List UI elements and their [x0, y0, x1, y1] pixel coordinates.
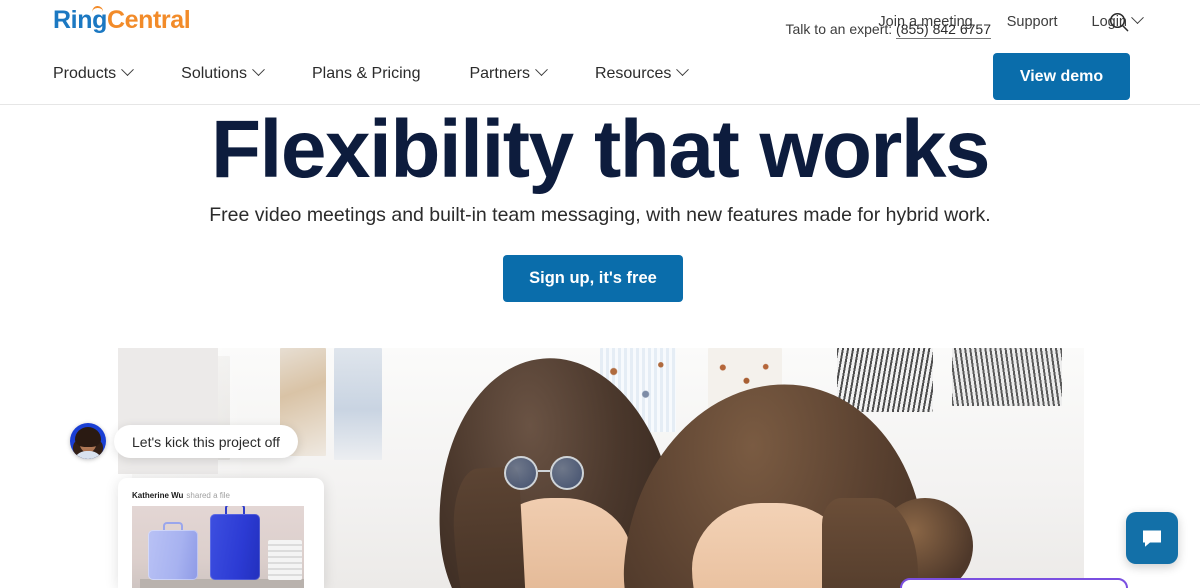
- chevron-down-icon: [676, 62, 690, 76]
- shared-file-action: shared a file: [186, 491, 231, 500]
- chevron-down-icon: [252, 62, 265, 76]
- thumbnail-shelf: [140, 579, 304, 588]
- page-root: RingCentral Join a meeting Support Login: [0, 0, 1200, 588]
- purple-outlined-panel[interactable]: [900, 578, 1128, 588]
- nav-item-solutions[interactable]: Solutions: [181, 62, 265, 83]
- wall-swatch: [952, 348, 1062, 406]
- talk-to-an-expert-label: Talk to an expert:: [785, 21, 893, 37]
- chevron-down-icon: [535, 62, 548, 76]
- eyeglasses-bridge: [538, 470, 550, 472]
- suitcase-light: [148, 522, 198, 580]
- nav-item-partners[interactable]: Partners: [469, 62, 548, 83]
- nav-item-label: Products: [53, 65, 117, 82]
- nav-item-resources[interactable]: Resources: [594, 62, 690, 83]
- eyeglasses-lens: [504, 456, 538, 490]
- nav-item-label: Solutions: [181, 65, 247, 82]
- page-title: Flexibility that works: [210, 104, 991, 195]
- chat-bubble-icon: [1143, 530, 1161, 547]
- chevron-down-icon: [1131, 10, 1144, 24]
- expert-phone-link[interactable]: (855) 842 6757: [896, 21, 991, 39]
- chat-widget-button[interactable]: [1126, 512, 1178, 564]
- utility-link-support[interactable]: Support: [1007, 14, 1058, 30]
- view-demo-button[interactable]: View demo: [993, 53, 1130, 100]
- suitcase-handle: [163, 522, 183, 530]
- nav-item-label: Plans & Pricing: [311, 65, 421, 82]
- wall-swatch: [334, 348, 382, 460]
- shared-file-thumbnail: [132, 506, 304, 588]
- hero-subtitle: Free video meetings and built-in team me…: [209, 204, 991, 226]
- search-icon[interactable]: [1108, 11, 1130, 33]
- signup-button[interactable]: Sign up, it's free: [503, 255, 683, 302]
- talk-to-an-expert: Talk to an expert: (855) 842 6757: [785, 21, 991, 39]
- eyeglasses: [504, 456, 606, 490]
- suitcase-handle: [225, 506, 245, 514]
- main-nav-items: Products Solutions Plans & Pricing Partn…: [53, 44, 736, 104]
- shared-file-card-header: Katherine Wu shared a file: [132, 491, 230, 500]
- site-header: RingCentral Join a meeting Support Login: [0, 0, 1200, 105]
- avatar: [70, 423, 106, 459]
- shared-file-card[interactable]: Katherine Wu shared a file: [118, 478, 324, 588]
- chat-message-bubble: Let's kick this project off: [114, 425, 298, 458]
- wall-swatch: [837, 348, 933, 412]
- nav-item-label: Partners: [469, 65, 530, 82]
- avatar-hair: [75, 427, 101, 447]
- stacked-items: [268, 540, 302, 580]
- eyeglasses-lens: [550, 456, 584, 490]
- chevron-down-icon: [121, 62, 135, 76]
- shared-file-author: Katherine Wu: [132, 491, 184, 500]
- utility-nav: Join a meeting Support Login: [0, 0, 1200, 44]
- nav-item-plans-pricing[interactable]: Plans & Pricing: [312, 65, 421, 83]
- utility-link-label: Support: [1006, 14, 1058, 30]
- nav-item-products[interactable]: Products: [53, 62, 135, 83]
- nav-item-label: Resources: [594, 65, 672, 82]
- suitcase-dark: [210, 506, 260, 580]
